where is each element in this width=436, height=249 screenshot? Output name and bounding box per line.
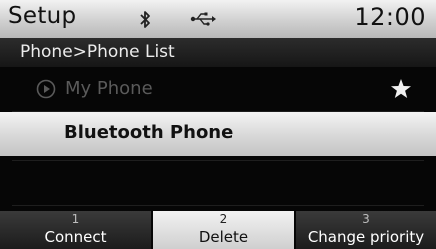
phone-list-screen: Setup 12:00 Phone>Phone List My Phone Bl…	[0, 0, 436, 249]
delete-button[interactable]: 2 Delete	[153, 211, 294, 249]
change-priority-button[interactable]: 3 Change priority	[296, 211, 436, 249]
list-item-my-phone[interactable]: My Phone	[0, 70, 436, 110]
softkey-number: 1	[71, 212, 80, 226]
usb-icon	[190, 12, 216, 26]
play-icon	[36, 79, 56, 99]
list-divider	[12, 160, 424, 161]
status-bar: Setup 12:00	[0, 0, 436, 38]
softkey-bar: 1 Connect 2 Delete 3 Change priority	[0, 211, 436, 249]
softkey-label: Delete	[198, 228, 249, 246]
list-divider	[12, 205, 424, 206]
softkey-number: 2	[219, 212, 228, 226]
connect-button[interactable]: 1 Connect	[0, 211, 151, 249]
softkey-label: Change priority	[307, 228, 425, 246]
bluetooth-icon	[140, 11, 150, 28]
softkey-number: 3	[362, 212, 370, 226]
breadcrumb: Phone>Phone List	[0, 38, 436, 67]
page-title: Setup	[8, 3, 77, 29]
clock: 12:00	[354, 3, 426, 31]
list-item-label: My Phone	[65, 78, 153, 99]
list-item-bluetooth-phone[interactable]: Bluetooth Phone	[0, 112, 436, 156]
star-icon	[391, 79, 411, 98]
list-item-label: Bluetooth Phone	[64, 122, 234, 143]
softkey-label: Connect	[44, 228, 107, 246]
breadcrumb-text: Phone>Phone List	[20, 42, 175, 62]
